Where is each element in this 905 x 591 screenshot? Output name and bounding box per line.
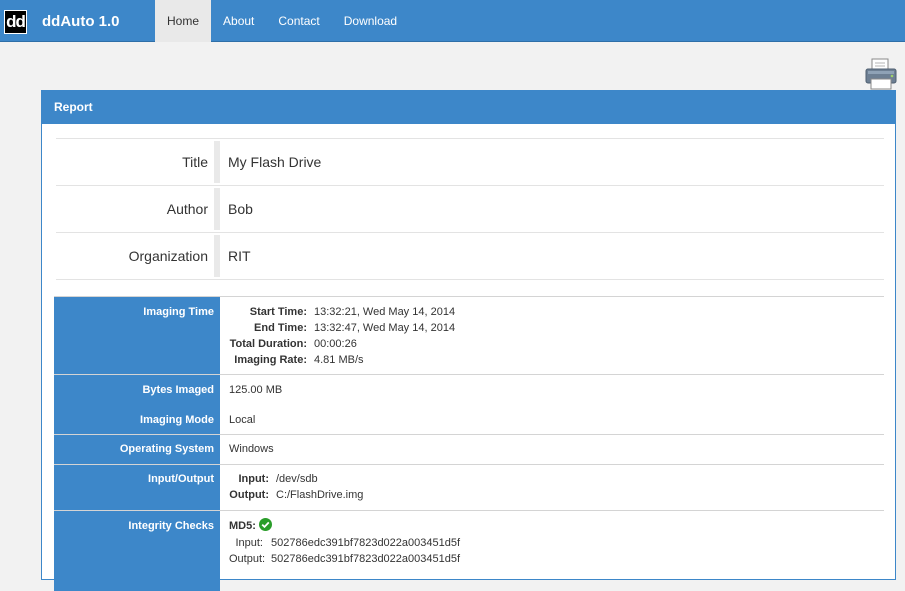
detail-value: Start Time: 13:32:21, Wed May 14, 2014 En… [220,297,884,374]
md5-input-value: 502786edc391bf7823d022a003451d5f [271,537,461,549]
report-panel: Report Title My Flash Drive Author Bob O… [41,90,896,591]
detail-label: Input/Output [54,465,220,510]
nav-menu: Home About Contact Download [155,0,409,42]
rate-label: Imaging Rate: [234,354,307,366]
end-time-value: 13:32:47, Wed May 14, 2014 [314,322,456,334]
detail-value: MD5: Input: 502786edc391bf7823d022a003451… [220,511,884,591]
start-time-value: 13:32:21, Wed May 14, 2014 [314,306,456,318]
detail-value-stack: 125.00 MB Local [220,375,884,434]
detail-label-stack: Bytes Imaged Imaging Mode [54,375,220,434]
row-bytes-mode: Bytes Imaged Imaging Mode 125.00 MB Loca… [54,374,884,434]
md5-label: MD5: [229,520,256,532]
end-time-label: End Time: [254,322,307,334]
meta-label: Title [182,154,208,170]
start-time-label: Start Time: [249,306,307,318]
app-logo[interactable]: dd [4,10,27,34]
imaging-mode-label: Imaging Mode [140,414,214,426]
detail-label: Operating System [54,435,220,464]
meta-row-author: Author Bob [56,185,884,232]
row-integrity-checks: Integrity Checks MD5: Input: 502786edc391… [54,510,884,591]
md5-output-label: Output: [229,553,266,565]
detail-label: Imaging Time [54,297,220,374]
panel-title: Report [42,91,895,124]
navbar: dd ddAuto 1.0 Home About Contact Downloa… [0,0,905,42]
nav-contact[interactable]: Contact [266,0,331,42]
nav-about[interactable]: About [211,0,266,42]
nav-home[interactable]: Home [155,0,212,42]
detail-value: Windows [229,443,274,455]
meta-row-organization: Organization RIT [56,232,884,280]
row-operating-system: Operating System Windows [54,434,884,464]
printer-icon[interactable] [864,57,898,91]
report-details-table: Imaging Time Start Time: 13:32:21, Wed Ma… [54,296,884,591]
bytes-imaged-value: 125.00 MB [229,384,283,396]
meta-value: My Flash Drive [228,154,322,170]
bytes-imaged-label: Bytes Imaged [142,384,214,396]
imaging-mode-value: Local [229,414,256,426]
rate-value: 4.81 MB/s [314,354,364,366]
check-icon [258,518,272,531]
md5-input-label: Input: [235,537,263,549]
output-label: Output: [229,489,269,501]
report-meta-table: Title My Flash Drive Author Bob Organiza… [56,138,884,280]
row-input-output: Input/Output Input: /dev/sdb Output: C:/Fl… [54,464,884,510]
row-imaging-time: Imaging Time Start Time: 13:32:21, Wed Ma… [54,296,884,374]
duration-value: 00:00:26 [314,338,357,350]
meta-value: RIT [228,248,251,264]
md5-output-value: 502786edc391bf7823d022a003451d5f [271,553,461,565]
app-title[interactable]: ddAuto 1.0 [42,12,120,32]
meta-row-title: Title My Flash Drive [56,138,884,185]
nav-download[interactable]: Download [332,0,409,42]
input-value: /dev/sdb [276,473,318,485]
duration-label: Total Duration: [229,338,307,350]
meta-label: Author [166,201,208,217]
meta-value: Bob [228,201,253,217]
input-label: Input: [238,473,269,485]
detail-value: Input: /dev/sdb Output: C:/FlashDrive.img [220,465,884,510]
detail-label: Integrity Checks [54,511,220,591]
output-value: C:/FlashDrive.img [276,489,364,501]
meta-label: Organization [128,248,208,264]
